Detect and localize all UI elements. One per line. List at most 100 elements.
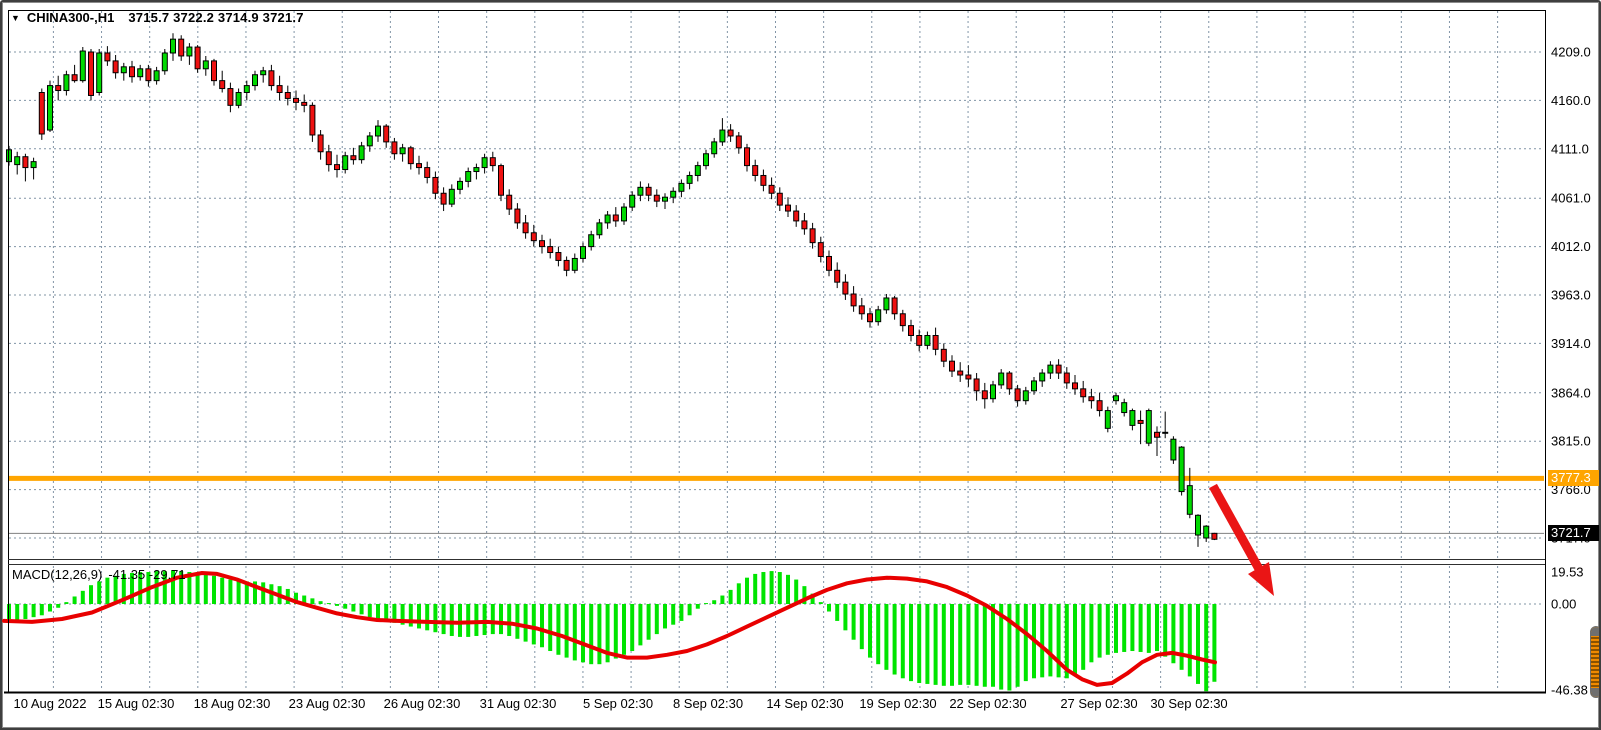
candle xyxy=(769,177,774,199)
candle xyxy=(179,35,184,61)
candle-body xyxy=(285,92,290,98)
time-axis-label: 10 Aug 2022 xyxy=(13,696,86,711)
candle-body xyxy=(15,157,20,165)
candle-body xyxy=(433,177,438,193)
macd-bar xyxy=(548,604,552,651)
candle-body xyxy=(253,75,258,86)
candle-body xyxy=(909,326,914,336)
candle xyxy=(1015,385,1020,407)
candle-body xyxy=(548,247,553,253)
candle xyxy=(1105,407,1110,433)
macd-bar xyxy=(1081,604,1085,670)
candle xyxy=(663,193,668,209)
candle-body xyxy=(146,69,151,81)
macd-bar xyxy=(827,604,831,612)
candle xyxy=(146,65,151,87)
candle-body xyxy=(622,207,627,221)
candle-body xyxy=(892,298,897,314)
macd-bar xyxy=(532,604,536,644)
candle-body xyxy=(89,52,94,95)
candle-body xyxy=(1130,411,1135,426)
candle-body xyxy=(777,193,782,205)
candle-body xyxy=(1032,381,1037,391)
candle-body xyxy=(761,175,766,185)
candle-body xyxy=(753,166,758,176)
candle-body xyxy=(859,306,864,314)
macd-bar xyxy=(1016,604,1020,687)
macd-bar xyxy=(991,604,995,687)
macd-bar xyxy=(720,596,724,604)
macd-bar xyxy=(417,604,421,628)
candle-body xyxy=(392,142,397,154)
candle-body xyxy=(810,229,815,243)
macd-bar xyxy=(679,604,683,621)
candle-body xyxy=(671,191,676,197)
macd-bar xyxy=(942,604,946,686)
candle-body xyxy=(966,375,971,379)
candle xyxy=(827,251,832,277)
candle xyxy=(490,152,495,172)
candle-body xyxy=(408,148,413,164)
candle xyxy=(999,369,1004,389)
time-axis-label: 23 Aug 02:30 xyxy=(289,696,366,711)
candle xyxy=(925,332,930,350)
time-axis-label: 5 Sep 02:30 xyxy=(583,696,653,711)
candle-body xyxy=(1064,373,1069,383)
candle-body xyxy=(589,235,594,247)
candle-body xyxy=(359,146,364,160)
candle-body xyxy=(294,98,299,102)
macd-bar xyxy=(458,604,462,637)
candle-body xyxy=(482,158,487,168)
candle xyxy=(745,144,750,172)
macd-bar xyxy=(32,604,36,617)
candle-body xyxy=(154,71,159,81)
candle xyxy=(277,76,282,101)
macd-scale-label: -46.38 xyxy=(1551,683,1588,698)
chart-canvas[interactable]: 4209.04160.04111.04061.04012.03963.03914… xyxy=(2,2,1601,730)
arrow-shaft xyxy=(1213,486,1259,569)
macd-bar xyxy=(975,604,979,686)
candle-body xyxy=(130,67,135,77)
candle xyxy=(1048,361,1053,379)
candle xyxy=(244,81,249,101)
trend-arrow-annotation[interactable] xyxy=(1213,486,1274,596)
symbol-dropdown-icon[interactable]: ▼ xyxy=(11,13,20,23)
candle xyxy=(15,152,20,175)
candle xyxy=(400,144,405,162)
candle xyxy=(89,49,94,100)
candle xyxy=(810,223,815,249)
candle-body xyxy=(523,223,528,233)
candle xyxy=(777,187,782,211)
macd-bar xyxy=(540,604,544,647)
candle-body xyxy=(417,164,422,168)
macd-bar xyxy=(852,604,856,640)
candle xyxy=(892,296,897,320)
candle-body xyxy=(720,130,725,142)
candle-body xyxy=(1048,365,1053,373)
macd-bar xyxy=(524,604,528,642)
candle xyxy=(974,373,979,401)
time-axis-label: 27 Sep 02:30 xyxy=(1060,696,1137,711)
candle-body xyxy=(884,298,889,310)
chart-window: 4209.04160.04111.04061.04012.03963.03914… xyxy=(0,0,1601,730)
scrollbar-cap-top xyxy=(1591,627,1601,636)
candle xyxy=(531,225,536,247)
candle-body xyxy=(367,136,372,146)
candle xyxy=(654,189,659,207)
candle xyxy=(966,365,971,387)
candle xyxy=(458,177,463,194)
macd-bar xyxy=(589,604,593,664)
candle-body xyxy=(581,247,586,259)
scrollbar-thumb[interactable] xyxy=(1590,626,1601,698)
macd-bar xyxy=(917,604,921,683)
macd-bar xyxy=(647,604,651,640)
macd-bar xyxy=(507,604,511,636)
macd-bar xyxy=(688,604,692,615)
candle xyxy=(695,162,700,182)
macd-bar xyxy=(638,604,642,645)
candle-body xyxy=(695,166,700,176)
candle-body xyxy=(679,183,684,191)
candle xyxy=(187,43,192,65)
candle-body xyxy=(818,243,823,257)
candle-body xyxy=(1196,515,1201,535)
